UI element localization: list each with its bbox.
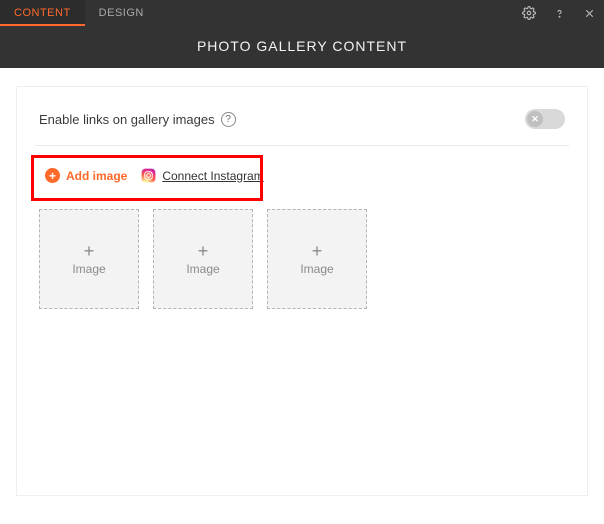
plus-icon: + bbox=[198, 242, 209, 260]
panel-title: PHOTO GALLERY CONTENT bbox=[0, 26, 604, 68]
instagram-icon bbox=[141, 168, 156, 183]
enable-links-toggle[interactable]: ✕ bbox=[525, 109, 565, 129]
settings-icon[interactable] bbox=[514, 0, 544, 26]
action-row: + Add image bbox=[35, 158, 569, 193]
image-placeholder[interactable]: + Image bbox=[153, 209, 253, 309]
content-area: Enable links on gallery images ? ✕ + Add… bbox=[0, 68, 604, 514]
image-placeholder-label: Image bbox=[72, 262, 105, 276]
plus-icon: + bbox=[312, 242, 323, 260]
image-placeholder[interactable]: + Image bbox=[39, 209, 139, 309]
help-tooltip-icon[interactable]: ? bbox=[221, 112, 236, 127]
enable-links-label-group: Enable links on gallery images ? bbox=[39, 112, 236, 127]
toggle-knob: ✕ bbox=[527, 111, 543, 127]
close-icon[interactable] bbox=[574, 0, 604, 26]
add-image-label: Add image bbox=[66, 169, 127, 183]
thumbnail-row: + Image + Image + Image bbox=[39, 209, 565, 309]
connect-instagram-label: Connect Instagram bbox=[162, 169, 263, 183]
image-placeholder-label: Image bbox=[300, 262, 333, 276]
divider bbox=[35, 145, 569, 146]
plus-circle-icon: + bbox=[45, 168, 60, 183]
connect-instagram-button[interactable]: Connect Instagram bbox=[141, 168, 263, 183]
enable-links-label: Enable links on gallery images bbox=[39, 112, 215, 127]
tab-content[interactable]: CONTENT bbox=[0, 0, 85, 26]
tab-row: CONTENT DESIGN bbox=[0, 0, 604, 26]
panel: Enable links on gallery images ? ✕ + Add… bbox=[16, 86, 588, 496]
tab-design[interactable]: DESIGN bbox=[85, 0, 158, 26]
help-icon[interactable] bbox=[544, 0, 574, 26]
option-enable-links: Enable links on gallery images ? ✕ bbox=[39, 109, 565, 129]
header-bar: CONTENT DESIGN PHOTO GALLERY CONTENT bbox=[0, 0, 604, 68]
add-image-button[interactable]: + Add image bbox=[45, 168, 127, 183]
image-placeholder[interactable]: + Image bbox=[267, 209, 367, 309]
image-placeholder-label: Image bbox=[186, 262, 219, 276]
plus-icon: + bbox=[84, 242, 95, 260]
